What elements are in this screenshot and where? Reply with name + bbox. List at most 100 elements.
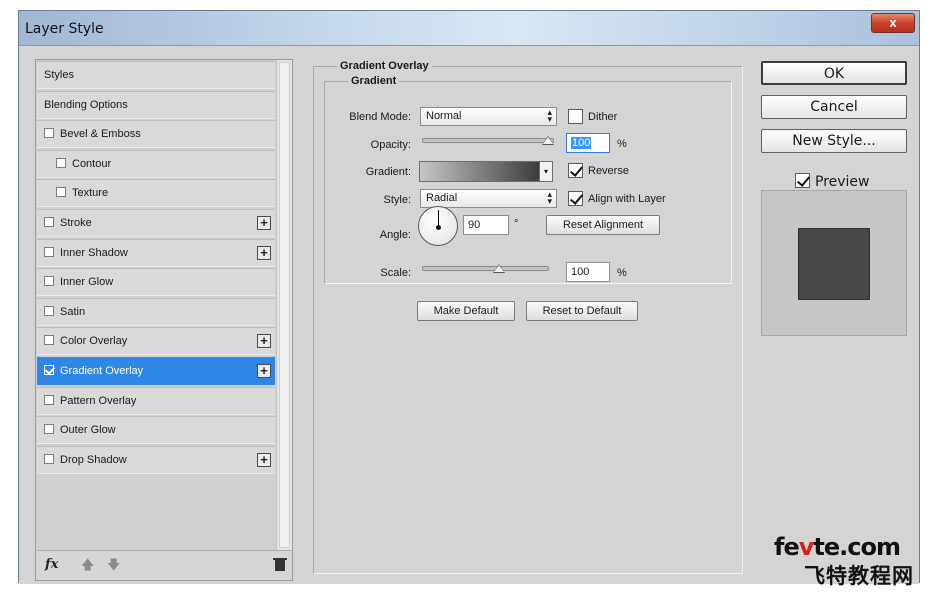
styles-list-item-label: Blending Options bbox=[44, 98, 128, 111]
styles-list-item-label: Color Overlay bbox=[60, 335, 128, 348]
preview-check-box[interactable] bbox=[795, 173, 810, 188]
window-title: Layer Style bbox=[25, 21, 104, 37]
styles-list-item-bevel-emboss[interactable]: Bevel & Emboss bbox=[37, 120, 275, 149]
style-label: Style: bbox=[383, 194, 411, 206]
styles-list-item-inner-glow[interactable]: Inner Glow bbox=[37, 268, 275, 297]
style-checkbox[interactable] bbox=[44, 394, 54, 405]
styles-list-item-styles[interactable]: Styles bbox=[37, 61, 275, 89]
reverse-check-box[interactable] bbox=[568, 163, 583, 178]
style-checkbox[interactable] bbox=[44, 217, 54, 227]
preview-checkbox[interactable]: Preview bbox=[795, 173, 870, 190]
opacity-slider-track[interactable] bbox=[422, 138, 554, 143]
arrow-down-icon[interactable]: 🡇 bbox=[107, 556, 120, 578]
layer-style-dialog: Layer Style x Styles Blending Options Beve… bbox=[18, 10, 920, 584]
gradient-preview-swatch[interactable] bbox=[419, 161, 541, 182]
add-instance-plus-icon[interactable]: + bbox=[257, 216, 271, 230]
reset-alignment-button[interactable]: Reset Alignment bbox=[546, 215, 660, 235]
new-style-button[interactable]: New Style... bbox=[761, 129, 907, 153]
reverse-label: Reverse bbox=[588, 165, 629, 177]
opacity-input[interactable]: 100 bbox=[566, 133, 610, 153]
arrow-up-icon[interactable]: 🡅 bbox=[81, 556, 94, 578]
opacity-label: Opacity: bbox=[370, 139, 411, 151]
blend-mode-label: Blend Mode: bbox=[349, 111, 411, 123]
style-checkbox[interactable] bbox=[44, 246, 54, 257]
dither-check-box[interactable] bbox=[568, 109, 583, 124]
style-checkbox[interactable] bbox=[44, 365, 54, 375]
scale-slider-track[interactable] bbox=[422, 266, 549, 271]
close-button[interactable]: x bbox=[871, 13, 915, 33]
reset-to-default-button[interactable]: Reset to Default bbox=[526, 301, 638, 321]
scrollbar-thumb[interactable] bbox=[279, 62, 290, 548]
angle-input[interactable]: 90 bbox=[463, 215, 509, 235]
preview-label: Preview bbox=[815, 174, 870, 190]
style-checkbox[interactable] bbox=[44, 335, 54, 346]
reverse-checkbox[interactable]: Reverse bbox=[568, 163, 629, 178]
styles-list-item-inner-shadow[interactable]: Inner Shadow + bbox=[37, 238, 275, 267]
styles-list-item-label: Styles bbox=[44, 69, 74, 81]
angle-dial-center bbox=[436, 225, 441, 230]
blend-mode-select[interactable]: Normal ▴ ▾ bbox=[420, 107, 557, 126]
watermark-chinese-text: 飞特教程网 bbox=[804, 564, 914, 588]
spinner-arrows-icon: ▴ ▾ bbox=[547, 189, 552, 206]
fx-menu-button[interactable]: fx bbox=[45, 557, 58, 572]
style-select[interactable]: Radial ▴ ▾ bbox=[420, 189, 557, 208]
align-with-layer-checkbox[interactable]: Align with Layer bbox=[568, 191, 666, 206]
styles-list-item-outer-glow[interactable]: Outer Glow bbox=[37, 416, 275, 445]
ok-button[interactable]: OK bbox=[761, 61, 907, 85]
styles-list-item-label: Texture bbox=[72, 187, 109, 200]
preview-swatch bbox=[798, 228, 870, 300]
styles-list-item-drop-shadow[interactable]: Drop Shadow + bbox=[37, 445, 275, 474]
style-checkbox[interactable] bbox=[44, 424, 54, 435]
section-title: Gradient Overlay bbox=[337, 60, 432, 72]
opacity-value: 100 bbox=[571, 137, 592, 149]
styles-list-item-pattern-overlay[interactable]: Pattern Overlay bbox=[37, 386, 275, 415]
angle-dial[interactable] bbox=[418, 206, 458, 246]
opacity-unit: % bbox=[617, 138, 627, 150]
scale-input[interactable]: 100 bbox=[566, 262, 610, 282]
trash-icon[interactable] bbox=[273, 558, 287, 571]
styles-list-item-label: Pattern Overlay bbox=[60, 394, 137, 407]
watermark-part-b: v bbox=[798, 533, 815, 561]
styles-list-item-label: Inner Shadow bbox=[60, 246, 128, 259]
cancel-button[interactable]: Cancel bbox=[761, 95, 907, 119]
scale-unit: % bbox=[617, 267, 627, 279]
styles-list-item-satin[interactable]: Satin bbox=[37, 297, 275, 326]
title-bar: Layer Style x bbox=[19, 11, 919, 45]
styles-list-item-label: Inner Glow bbox=[60, 276, 114, 289]
dither-label: Dither bbox=[588, 111, 618, 123]
styles-list-scrollbar[interactable] bbox=[276, 60, 292, 550]
styles-list-item-texture[interactable]: Texture bbox=[37, 179, 275, 208]
style-checkbox[interactable] bbox=[44, 453, 54, 464]
styles-list-panel: Styles Blending Options Bevel & Emboss Cont… bbox=[35, 59, 293, 581]
style-checkbox[interactable] bbox=[44, 305, 54, 316]
styles-list-item-blending-options[interactable]: Blending Options bbox=[37, 90, 275, 119]
style-checkbox[interactable] bbox=[44, 276, 54, 287]
align-with-layer-label: Align with Layer bbox=[588, 193, 666, 205]
add-instance-plus-icon[interactable]: + bbox=[257, 364, 271, 378]
dither-checkbox[interactable]: Dither bbox=[568, 109, 617, 124]
style-checkbox[interactable] bbox=[56, 157, 66, 168]
align-with-layer-check-box[interactable] bbox=[568, 191, 583, 206]
styles-list-item-label: Contour bbox=[72, 157, 112, 170]
style-value: Radial bbox=[426, 192, 458, 204]
scale-slider-thumb[interactable] bbox=[493, 264, 505, 273]
styles-list-item-label: Stroke bbox=[60, 217, 92, 229]
watermark-logo-text: fevte.com bbox=[774, 533, 901, 561]
styles-list-item-color-overlay[interactable]: Color Overlay + bbox=[37, 327, 275, 356]
preview-panel bbox=[761, 190, 907, 336]
style-checkbox[interactable] bbox=[44, 128, 54, 139]
add-instance-plus-icon[interactable]: + bbox=[257, 452, 271, 467]
make-default-button[interactable]: Make Default bbox=[417, 301, 515, 321]
add-instance-plus-icon[interactable]: + bbox=[257, 245, 271, 260]
styles-list-item-stroke[interactable]: Stroke + bbox=[37, 209, 275, 237]
styles-list-item-label: Bevel & Emboss bbox=[60, 128, 141, 141]
styles-list-item-gradient-overlay[interactable]: Gradient Overlay + bbox=[37, 357, 275, 385]
styles-list-item-contour[interactable]: Contour bbox=[37, 149, 275, 178]
gradient-dropdown-arrow-icon[interactable]: ▾ bbox=[539, 161, 553, 182]
style-checkbox[interactable] bbox=[56, 187, 66, 198]
add-instance-plus-icon[interactable]: + bbox=[257, 334, 271, 349]
opacity-slider-thumb[interactable] bbox=[542, 136, 554, 145]
styles-list-item-label: Satin bbox=[60, 305, 86, 318]
watermark-part-a: fe bbox=[774, 533, 800, 561]
angle-unit: ° bbox=[514, 218, 519, 230]
